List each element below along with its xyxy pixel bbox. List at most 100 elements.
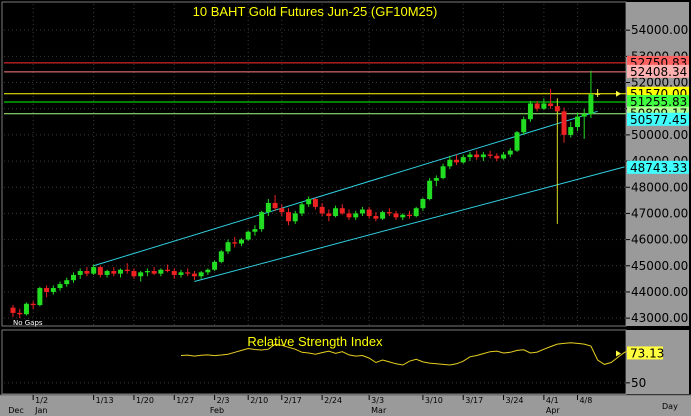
month-label: Apr	[546, 406, 561, 415]
candle-body	[393, 213, 399, 218]
time-axis-tick-label: 3/3	[371, 396, 384, 405]
candle-body	[44, 288, 50, 292]
candle-body	[541, 103, 547, 109]
candle-body	[218, 251, 224, 262]
price-level-label: 48743.33	[630, 161, 687, 175]
candle-body	[588, 94, 594, 114]
candle-body	[333, 208, 339, 217]
candle-body	[568, 127, 574, 135]
price-axis-tick-label: 47000.00	[631, 206, 688, 220]
candle-body	[561, 111, 567, 135]
chart-svg: 43000.00 44000.00 45000.00 46000.00 47000.00…	[0, 0, 691, 416]
price-axis-tick-label: 43000.00	[631, 311, 688, 325]
candle-body	[178, 272, 184, 275]
candle-body	[507, 150, 513, 155]
candle-body	[319, 206, 325, 214]
time-axis-tick-label: 1/20	[136, 396, 154, 405]
candle-body	[353, 213, 359, 218]
time-axis-tick-label: 2/3	[217, 396, 230, 405]
rsi-axis-tick-label: 50	[631, 376, 646, 390]
candle-body	[581, 113, 587, 117]
candle-body	[406, 214, 412, 217]
candle-body	[138, 272, 144, 277]
candle-body	[37, 288, 43, 306]
candle-body	[245, 231, 251, 240]
candle-body	[151, 271, 157, 274]
candle-body	[84, 271, 90, 274]
price-axis-tick-label: 48000.00	[631, 180, 688, 194]
time-axis-unit: Day	[662, 402, 678, 411]
time-axis-tick-label: 1/13	[96, 396, 114, 405]
candle-body	[306, 199, 312, 205]
candle-body	[50, 288, 56, 292]
no-gaps-note: No Gaps	[13, 319, 43, 327]
candle-body	[380, 212, 386, 219]
time-axis-tick-label: 4/8	[579, 396, 592, 405]
candle-body	[286, 212, 292, 222]
candle-body	[595, 93, 601, 95]
candle-body	[265, 202, 271, 213]
candle-body	[474, 154, 480, 158]
candle-body	[238, 239, 244, 244]
candle-body	[460, 157, 466, 163]
time-axis-tick-label: 3/17	[465, 396, 483, 405]
candle-body	[554, 106, 560, 112]
candle-body	[454, 159, 460, 163]
candle-body	[299, 204, 305, 214]
candle-body	[447, 159, 453, 167]
candle-body	[312, 199, 318, 207]
candle-body	[440, 166, 446, 179]
candle-body	[17, 312, 23, 315]
candle-body	[165, 269, 171, 272]
candle-body	[420, 199, 426, 209]
month-label: Feb	[210, 406, 224, 415]
candle-body	[144, 271, 150, 273]
candle-body	[70, 274, 76, 281]
time-axis-tick-label: 3/24	[506, 396, 524, 405]
candle-body	[366, 209, 372, 217]
candle-body	[373, 216, 379, 219]
month-label: Jan	[34, 406, 47, 415]
candle-body	[118, 269, 124, 274]
candle-body	[574, 116, 580, 128]
candle-body	[487, 154, 493, 156]
candle-body	[279, 208, 285, 213]
candle-body	[514, 132, 520, 151]
chart-title: 10 BAHT Gold Futures Jun-25 (GF10M25)	[193, 4, 438, 19]
time-axis-tick-label: 2/10	[250, 396, 268, 405]
candle-body	[413, 208, 419, 217]
candle-body	[433, 178, 439, 181]
candle-body	[339, 208, 345, 214]
candle-body	[252, 229, 258, 232]
rsi-last-value-label: 73.13	[630, 346, 664, 360]
candle-body	[480, 154, 486, 158]
candle-body	[467, 154, 473, 158]
candle-body	[346, 213, 352, 218]
candle-body	[23, 303, 29, 315]
candle-body	[548, 103, 554, 107]
candle-body	[57, 284, 63, 289]
month-label: Dec	[8, 406, 23, 415]
candle-body	[501, 154, 507, 159]
candle-body	[326, 213, 332, 217]
candle-body	[124, 269, 130, 272]
price-axis-tick-label: 54000.00	[631, 23, 688, 37]
candle-body	[386, 212, 392, 214]
candle-body	[225, 242, 231, 252]
candle-body	[534, 103, 540, 109]
time-axis-tick-label: 4/1	[546, 396, 559, 405]
time-axis-tick-label: 1/27	[176, 396, 194, 405]
candle-body	[527, 103, 533, 120]
candle-body	[521, 119, 527, 133]
candle-body	[198, 272, 204, 277]
rsi-title: Relative Strength Index	[247, 334, 383, 349]
price-axis-tick-label: 45000.00	[631, 259, 688, 273]
candle-body	[212, 261, 218, 270]
month-label: Mar	[371, 406, 387, 415]
candle-body	[400, 214, 406, 218]
candle-body	[494, 155, 500, 159]
candle-body	[359, 209, 365, 214]
candle-body	[91, 267, 97, 274]
candle-body	[259, 212, 265, 230]
candle-body	[232, 242, 238, 244]
